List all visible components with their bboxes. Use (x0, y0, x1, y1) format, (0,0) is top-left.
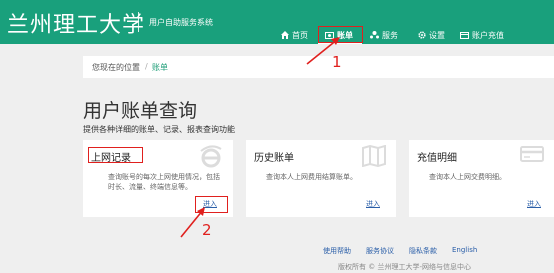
footer-link-help[interactable]: 使用帮助 (323, 246, 351, 256)
footer-link-agreement[interactable]: 服务协议 (366, 246, 394, 256)
footer-link-english[interactable]: English (452, 246, 477, 254)
footer-link-privacy[interactable]: 隐私条款 (409, 246, 437, 256)
annotation-label-1: 1 (332, 53, 342, 71)
copyright-text: 版权所有 © 兰州理工大学-网络与信息中心 (338, 263, 471, 271)
annotation-label-2: 2 (202, 221, 212, 239)
annotation-arrows (180, 37, 340, 238)
